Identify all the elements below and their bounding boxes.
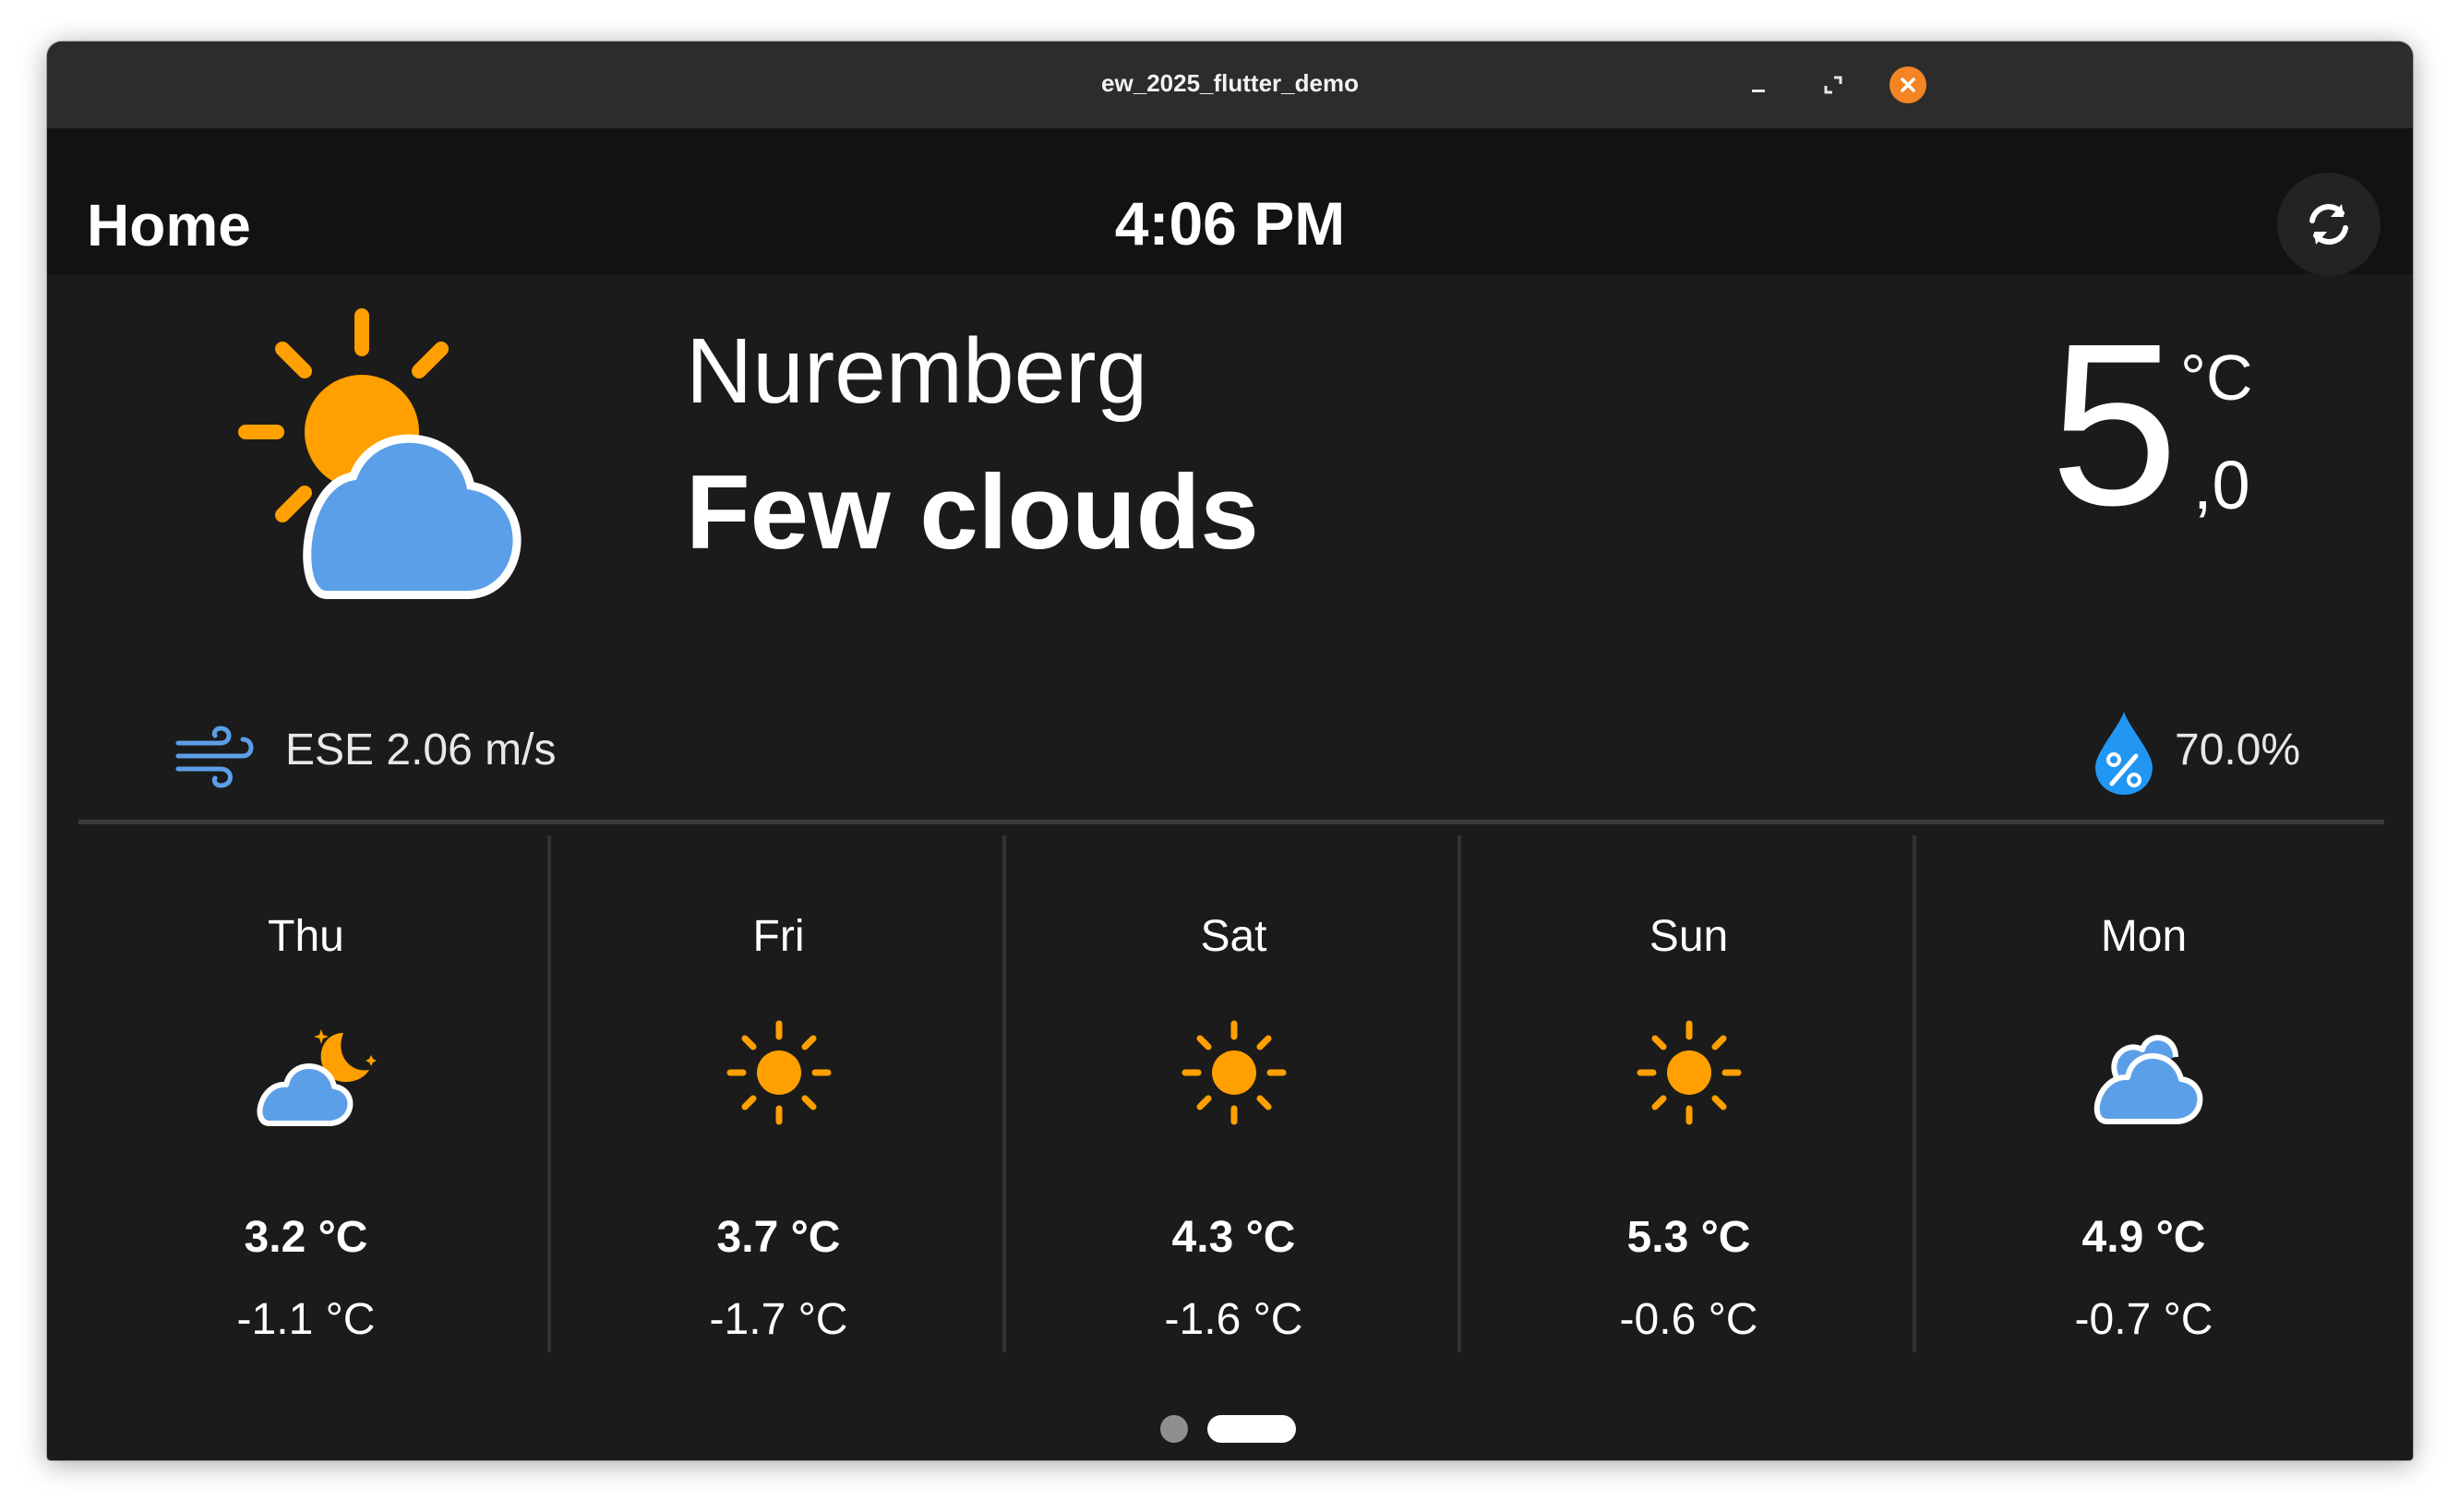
forecast-low: -1.1 °C [236,1295,376,1344]
forecast-high: 3.2 °C [244,1213,368,1262]
close-icon [1901,78,1915,92]
page-indicator-1[interactable] [1160,1415,1188,1443]
forecast-day-name: Sat [1200,912,1267,961]
temperature-decimal: ,0 [2193,447,2250,523]
page-indicator-2[interactable] [1207,1415,1296,1443]
minimize-icon [1752,90,1765,92]
forecast-low: -0.7 °C [2074,1295,2213,1344]
forecast-day-name: Mon [2100,912,2188,961]
minimize-button[interactable] [1740,66,1777,103]
clouds-icon [2093,1035,2202,1124]
forecast-day: Mon 4.9 °C -0.7 °C [1916,835,2371,1352]
forecast-day-name: Fri [752,912,805,961]
forecast-list[interactable]: Thu 3.2 °C -1.1 °C Fri 3.7 °C -1.7 °C Sa… [78,835,2384,1362]
forecast-day: Thu 3.2 °C -1.1 °C [78,835,534,1352]
forecast-high: 3.7 °C [716,1213,841,1262]
forecast-high: 4.9 °C [2081,1213,2206,1262]
forecast-day-name: Sun [1649,912,1729,961]
cloud-moon-icon [257,1029,377,1126]
forecast-low: -1.7 °C [709,1295,848,1344]
close-button[interactable] [1889,66,1926,103]
few-clouds-day-icon [238,308,522,599]
forecast-low: -0.6 °C [1619,1295,1758,1344]
window-title: ew_2025_flutter_demo [1101,69,1359,97]
forecast-high: 5.3 °C [1626,1213,1751,1262]
maximize-icon [1824,76,1842,94]
sun-icon [1637,1020,1741,1125]
clock-time: 4:06 PM [1114,189,1346,258]
humidity-value: 70.0% [2175,726,2301,774]
window-titlebar[interactable]: ew_2025_flutter_demo [47,42,2413,128]
wind-icon [175,726,254,788]
forecast-day: Fri 3.7 °C -1.7 °C [551,835,1006,1352]
forecast-day: Sat 4.3 °C -1.6 °C [1006,835,1461,1352]
humidity-icon [2095,712,2153,795]
sun-icon [726,1020,831,1125]
divider [78,820,2384,824]
app-window: ew_2025_flutter_demo Home 4:06 PM Nuremb… [47,42,2413,1460]
refresh-icon [2309,204,2348,245]
app-bar: Home 4:06 PM [47,128,2413,276]
refresh-button[interactable] [2277,173,2381,276]
wind-value: ESE 2.06 m/s [285,726,557,774]
current-temperature: 5 [2050,295,2179,553]
forecast-low: -1.6 °C [1164,1295,1303,1344]
temperature-unit: °C [2180,342,2253,414]
sun-icon [1182,1020,1286,1125]
weather-condition: Few clouds [686,454,1259,571]
forecast-day: Sun 5.3 °C -0.6 °C [1461,835,1916,1352]
city-name: Nuremberg [686,319,1148,423]
forecast-day-name: Thu [268,912,344,961]
forecast-high: 4.3 °C [1171,1213,1296,1262]
maximize-button[interactable] [1815,66,1852,103]
